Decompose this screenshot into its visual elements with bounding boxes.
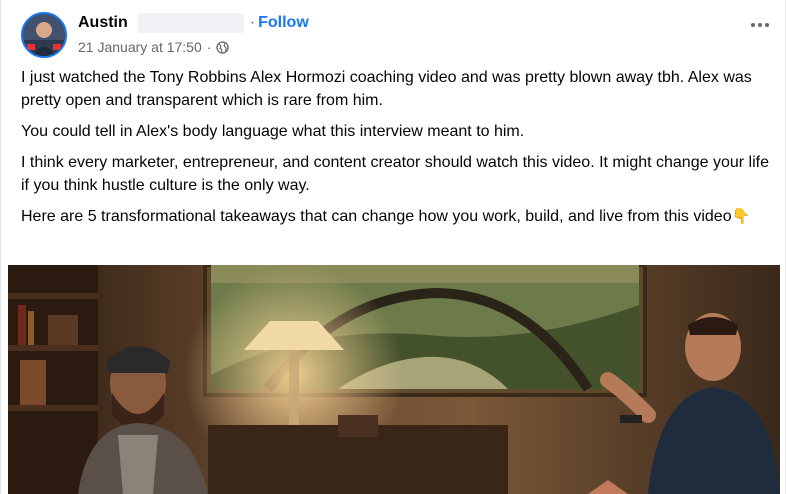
follow-button[interactable]: Follow [258, 14, 309, 32]
author-avatar[interactable] [21, 12, 67, 58]
globe-icon[interactable] [216, 40, 230, 54]
author-name[interactable]: Austin [78, 14, 128, 32]
post-paragraph-last: Here are 5 transformational takeaways th… [21, 205, 771, 228]
post-paragraph: You could tell in Alex's body language w… [21, 123, 525, 140]
post-timestamp[interactable]: 21 January at 17:50 [78, 39, 202, 55]
post-paragraph-text: Here are 5 transformational takeaways th… [21, 208, 732, 225]
meta-separator: · [206, 39, 212, 55]
post-body: I just watched the Tony Robbins Alex Hor… [21, 66, 771, 236]
post-card: Austin · Follow 21 January at 17:50 · I … [0, 0, 786, 494]
post-video-thumbnail[interactable] [8, 265, 780, 494]
redacted-surname [137, 13, 244, 33]
post-paragraph: I just watched the Tony Robbins Alex Hor… [21, 69, 752, 109]
name-separator: · [249, 14, 256, 31]
post-paragraph: I think every marketer, entrepreneur, an… [21, 154, 769, 194]
more-options-icon[interactable] [745, 10, 775, 40]
pointing-down-emoji-icon: 👇 [731, 208, 751, 225]
post-header: Austin · Follow 21 January at 17:50 · [21, 10, 761, 60]
